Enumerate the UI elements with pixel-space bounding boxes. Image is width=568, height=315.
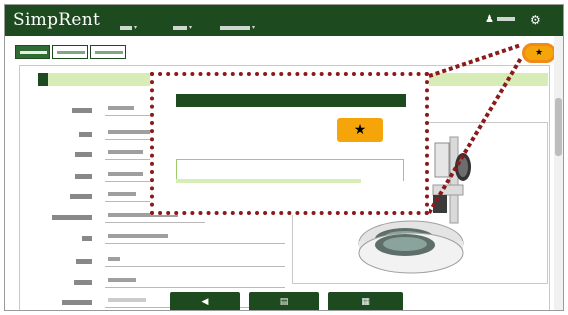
field-label xyxy=(75,174,92,179)
gear-icon[interactable]: ⚙ xyxy=(530,13,541,27)
chevron-down-icon: ▾ xyxy=(189,24,193,31)
tab-product-info[interactable] xyxy=(90,45,126,59)
field-label xyxy=(62,300,92,305)
form-field[interactable] xyxy=(105,230,285,244)
field-label xyxy=(79,132,92,137)
form-field[interactable] xyxy=(105,253,285,267)
favorite-button[interactable]: ★ xyxy=(522,43,556,63)
field-label xyxy=(70,194,92,199)
field-label xyxy=(52,215,92,220)
form-field[interactable] xyxy=(105,274,285,288)
field-label xyxy=(74,280,92,285)
chevron-left-icon: ◀ xyxy=(201,297,209,307)
tab-basic-info[interactable] xyxy=(15,45,50,59)
zoom-callout: ★ xyxy=(150,72,429,215)
calendar-icon: ▦ xyxy=(361,297,370,307)
scrollbar-thumb[interactable] xyxy=(555,98,562,156)
calendar-button[interactable]: ▦ xyxy=(328,292,403,310)
nav-menu-1[interactable]: ▾ xyxy=(120,17,137,31)
field-label xyxy=(75,152,92,157)
user-menu[interactable]: ♟ xyxy=(485,14,515,25)
zoom-green-line xyxy=(176,179,361,183)
field-label xyxy=(72,108,92,113)
app-logo[interactable]: SimpRent xyxy=(13,10,100,30)
star-icon: ★ xyxy=(534,48,544,58)
chevron-down-icon: ▾ xyxy=(252,24,256,31)
list-icon: ▤ xyxy=(279,297,289,307)
field-label xyxy=(82,236,92,241)
field-label xyxy=(76,259,92,264)
zoom-header-bar xyxy=(176,94,406,107)
person-icon: ♟ xyxy=(485,14,494,25)
zoom-panel xyxy=(176,159,404,181)
chevron-down-icon: ▾ xyxy=(134,24,138,31)
list-button[interactable]: ▤ xyxy=(249,292,319,310)
tab-rental-conditions[interactable] xyxy=(52,45,88,59)
star-icon: ★ xyxy=(353,122,367,138)
back-button[interactable]: ◀ xyxy=(170,292,240,310)
nav-menu-3[interactable]: ▾ xyxy=(220,17,255,31)
zoom-favorite-button: ★ xyxy=(337,118,383,142)
nav-menu-2[interactable]: ▾ xyxy=(173,17,192,31)
navbar: SimpRent ▾ ▾ ▾ ♟ ⚙ xyxy=(5,5,563,36)
vertical-scrollbar[interactable] xyxy=(554,36,563,310)
